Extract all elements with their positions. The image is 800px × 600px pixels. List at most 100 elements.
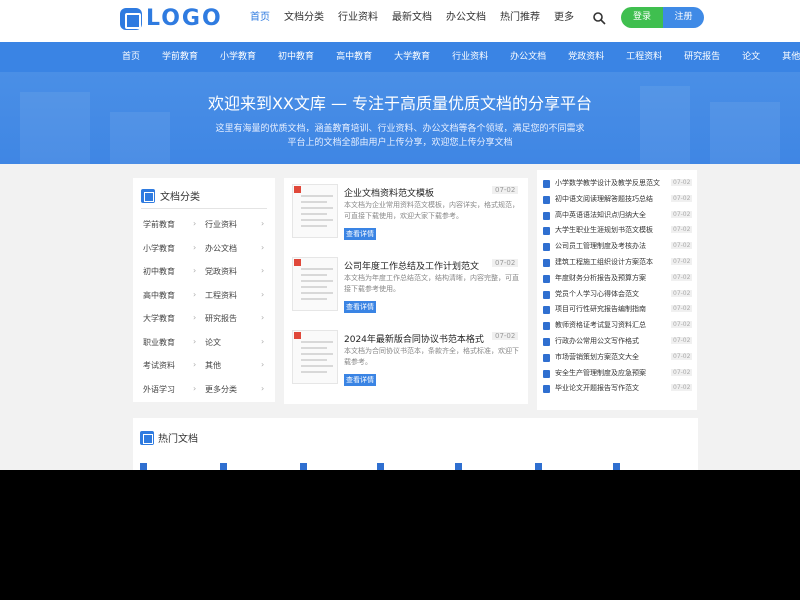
thumbnail-line bbox=[301, 195, 333, 197]
category-link[interactable]: 初中教育 bbox=[143, 266, 175, 277]
chevron-right-icon: › bbox=[261, 242, 265, 252]
category-link[interactable]: 外语学习 bbox=[143, 384, 175, 395]
list-item[interactable]: 行政办公常用公文写作格式 07-02 bbox=[543, 334, 695, 350]
document-thumbnail[interactable] bbox=[292, 330, 338, 384]
category-link[interactable]: 考试资料 bbox=[143, 360, 175, 371]
view-details-button[interactable]: 查看详情 bbox=[344, 374, 376, 386]
category-nav-item[interactable]: 高中教育 bbox=[336, 42, 372, 72]
document-item[interactable]: 企业文档资料范文模板 07-02 本文档为企业常用资料范文模板，内容详实，格式规范，… bbox=[292, 182, 520, 252]
list-item-title[interactable]: 年度财务分析报告及预算方案 bbox=[555, 273, 665, 283]
divider bbox=[141, 208, 267, 209]
banner-desc-line: 这里有海量的优质文档，涵盖教育培训、行业资料、办公文档等各个领域，满足您的不同需… bbox=[215, 124, 585, 134]
list-item-title[interactable]: 公司员工管理制度及考核办法 bbox=[555, 241, 665, 251]
document-date: 07-02 bbox=[492, 259, 519, 267]
list-item[interactable]: 建筑工程施工组织设计方案范本 07-02 bbox=[543, 255, 695, 271]
category-link[interactable]: 行业资料 bbox=[205, 219, 237, 230]
document-item[interactable]: 2024年最新版合同协议书范本格式 07-02 本文档为合同协议书范本，条款齐全，格… bbox=[292, 328, 520, 398]
document-item[interactable]: 公司年度工作总结及工作计划范文 07-02 本文档为年度工作总结范文，结构清晰，内容… bbox=[292, 255, 520, 325]
category-link[interactable]: 其他 bbox=[205, 360, 221, 371]
top-nav-item[interactable]: 热门推荐 bbox=[500, 11, 540, 25]
category-nav-item[interactable]: 论文 bbox=[742, 42, 760, 72]
list-item-title[interactable]: 党员个人学习心得体会范文 bbox=[555, 289, 665, 299]
list-item-title[interactable]: 初中语文阅读理解答题技巧总结 bbox=[555, 194, 665, 204]
list-item-title[interactable]: 小学数学教学设计及教学反思范文 bbox=[555, 178, 665, 188]
search-icon[interactable] bbox=[592, 11, 606, 25]
category-link[interactable]: 研究报告 bbox=[205, 313, 237, 324]
chevron-right-icon: › bbox=[193, 336, 197, 346]
category-nav-item[interactable]: 初中教育 bbox=[278, 42, 314, 72]
category-link[interactable]: 论文 bbox=[205, 337, 221, 348]
chevron-right-icon: › bbox=[193, 313, 197, 322]
category-nav-item[interactable]: 首页 bbox=[122, 42, 140, 72]
list-item[interactable]: 安全生产管理制度及应急预案 07-02 bbox=[543, 366, 695, 382]
category-nav-item[interactable]: 工程资料 bbox=[626, 42, 662, 72]
list-item[interactable]: 教师资格证考试复习资料汇总 07-02 bbox=[543, 318, 695, 334]
top-nav-item[interactable]: 办公文档 bbox=[446, 11, 486, 25]
view-details-button[interactable]: 查看详情 bbox=[344, 301, 376, 313]
category-link[interactable]: 小学教育 bbox=[143, 243, 175, 254]
document-title[interactable]: 2024年最新版合同协议书范本格式 bbox=[344, 332, 484, 345]
category-nav-item[interactable]: 大学教育 bbox=[394, 42, 430, 72]
category-link[interactable]: 职业教育 bbox=[143, 337, 175, 348]
view-details-button[interactable]: 查看详情 bbox=[344, 228, 376, 240]
category-link[interactable]: 更多分类 bbox=[205, 384, 237, 395]
category-nav-item[interactable]: 行业资料 bbox=[452, 42, 488, 72]
list-item[interactable]: 小学数学教学设计及教学反思范文 07-02 bbox=[543, 176, 695, 192]
category-nav-item[interactable]: 党政资料 bbox=[568, 42, 604, 72]
document-icon bbox=[300, 463, 307, 470]
list-item[interactable]: 公司员工管理制度及考核办法 07-02 bbox=[543, 239, 695, 255]
list-item[interactable]: 毕业论文开题报告写作范文 07-02 bbox=[543, 381, 695, 397]
category-nav-item[interactable]: 办公文档 bbox=[510, 42, 546, 72]
category-nav-item[interactable]: 其他 bbox=[782, 42, 800, 72]
site-logo[interactable]: LOGO bbox=[120, 7, 223, 31]
category-nav-item[interactable]: 研究报告 bbox=[684, 42, 720, 72]
list-item-title[interactable]: 项目可行性研究报告编制指南 bbox=[555, 304, 665, 314]
list-item[interactable]: 党员个人学习心得体会范文 07-02 bbox=[543, 287, 695, 303]
category-link[interactable]: 高中教育 bbox=[143, 290, 175, 301]
document-thumbnail[interactable] bbox=[292, 184, 338, 238]
list-item[interactable]: 大学生职业生涯规划书范文模板 07-02 bbox=[543, 223, 695, 239]
chevron-right-icon: › bbox=[261, 289, 265, 299]
list-item-title[interactable]: 行政办公常用公文写作格式 bbox=[555, 336, 665, 346]
document-thumbnail[interactable] bbox=[292, 257, 338, 311]
document-icon bbox=[543, 385, 550, 394]
hot-documents-header: 热门文档 bbox=[140, 430, 198, 445]
category-link[interactable]: 工程资料 bbox=[205, 290, 237, 301]
top-nav-item[interactable]: 首页 bbox=[250, 11, 270, 25]
list-item-title[interactable]: 教师资格证考试复习资料汇总 bbox=[555, 320, 665, 330]
thumbnail-line bbox=[301, 280, 333, 282]
category-link[interactable]: 学前教育 bbox=[143, 219, 175, 230]
category-row: 高中教育 › 工程资料 › bbox=[143, 285, 267, 309]
logo-icon bbox=[120, 8, 142, 30]
list-item-title[interactable]: 建筑工程施工组织设计方案范本 bbox=[555, 257, 665, 267]
top-nav-item[interactable]: 最新文档 bbox=[392, 11, 432, 25]
category-link[interactable]: 大学教育 bbox=[143, 313, 175, 324]
list-item-date: 07-02 bbox=[671, 368, 693, 376]
register-button[interactable]: 注册 bbox=[663, 7, 704, 28]
login-button[interactable]: 登录 bbox=[621, 7, 663, 28]
list-item[interactable]: 初中语文阅读理解答题技巧总结 07-02 bbox=[543, 192, 695, 208]
category-link[interactable]: 党政资料 bbox=[205, 266, 237, 277]
list-item-title[interactable]: 安全生产管理制度及应急预案 bbox=[555, 368, 665, 378]
top-nav-item[interactable]: 更多 bbox=[554, 11, 574, 25]
document-title[interactable]: 公司年度工作总结及工作计划范文 bbox=[344, 259, 484, 272]
list-item-title[interactable]: 高中英语语法知识点归纳大全 bbox=[555, 210, 665, 220]
list-item-title[interactable]: 市场营销策划方案范文大全 bbox=[555, 352, 665, 362]
banner-description: 这里有海量的优质文档，涵盖教育培训、行业资料、办公文档等各个领域，满足您的不同需… bbox=[0, 122, 800, 150]
category-nav-item[interactable]: 学前教育 bbox=[162, 42, 198, 72]
document-icon bbox=[543, 306, 550, 315]
category-nav-item[interactable]: 小学教育 bbox=[220, 42, 256, 72]
top-nav-item[interactable]: 文档分类 bbox=[284, 11, 324, 25]
thumbnail-line bbox=[301, 347, 327, 349]
list-item[interactable]: 高中英语语法知识点归纳大全 07-02 bbox=[543, 208, 695, 224]
category-link[interactable]: 办公文档 bbox=[205, 243, 237, 254]
category-icon bbox=[141, 188, 155, 203]
list-item-title[interactable]: 大学生职业生涯规划书范文模板 bbox=[555, 225, 665, 235]
list-item[interactable]: 市场营销策划方案范文大全 07-02 bbox=[543, 350, 695, 366]
list-item[interactable]: 项目可行性研究报告编制指南 07-02 bbox=[543, 302, 695, 318]
list-item[interactable]: 年度财务分析报告及预算方案 07-02 bbox=[543, 271, 695, 287]
top-nav-item[interactable]: 行业资料 bbox=[338, 11, 378, 25]
list-item-title[interactable]: 毕业论文开题报告写作范文 bbox=[555, 383, 665, 393]
document-panel: 企业文档资料范文模板 07-02 本文档为企业常用资料范文模板，内容详实，格式规范，… bbox=[284, 178, 528, 404]
document-title[interactable]: 企业文档资料范文模板 bbox=[344, 186, 484, 199]
